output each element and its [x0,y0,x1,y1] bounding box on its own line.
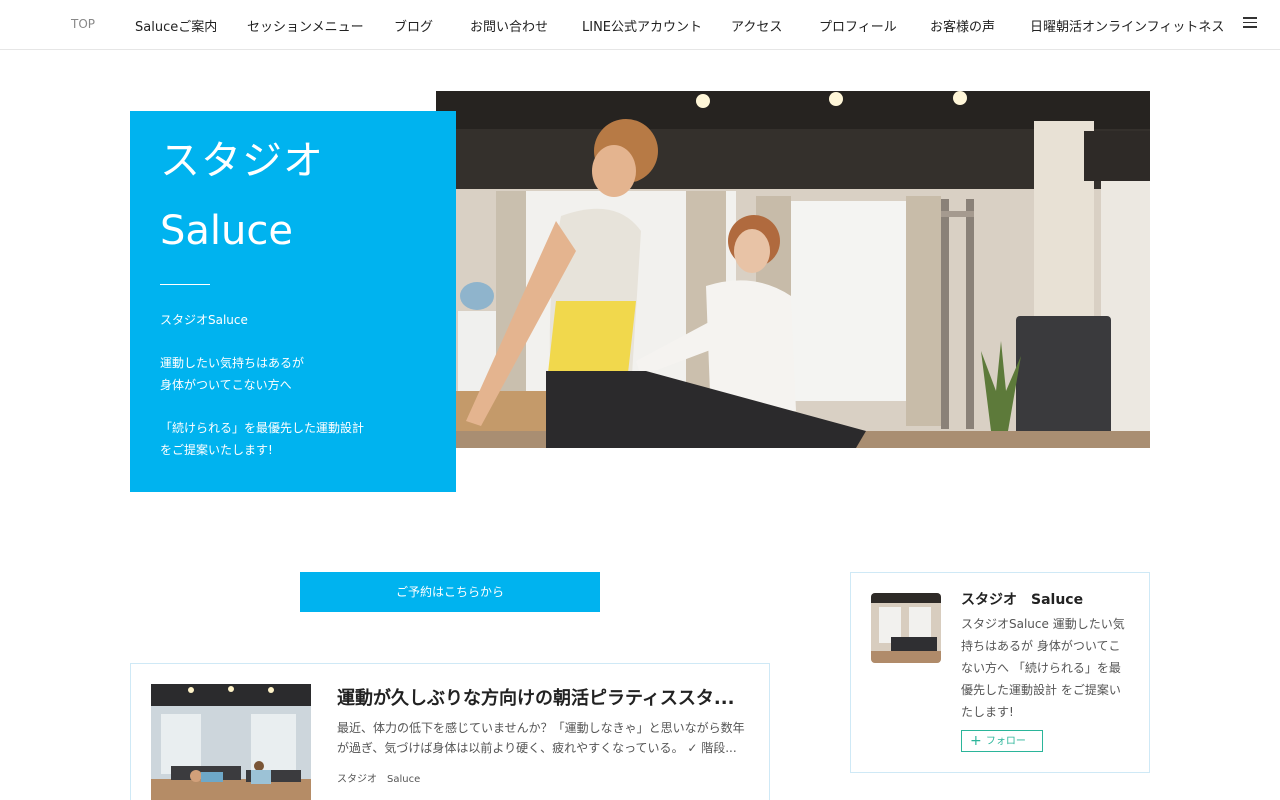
nav-item-voices[interactable]: お客様の声 [930,16,995,35]
hero-subtitle: Saluce [160,208,293,254]
hero-divider [160,284,210,285]
profile-description: スタジオSaluce 運動したい気持ちはあるが 身体がついてこない方へ 「続けら… [961,617,1125,719]
booking-button[interactable]: ご予約はこちらから [300,572,600,612]
hero-title: スタジオ [160,138,324,184]
nav-item-top[interactable]: TOP [71,17,95,31]
nav-item-online-fitness[interactable]: 日曜朝活オンラインフィットネス [1030,16,1224,35]
blog-post-card[interactable]: 運動が久しぶりな方向けの朝活ピラティススタ... 最近、体力の低下を感じていませ… [130,663,770,800]
post-author[interactable]: スタジオ Saluce [337,770,420,785]
nav-item-contact[interactable]: お問い合わせ [470,16,548,35]
hero-panel: スタジオ Saluce スタジオSaluce 運動したい気持ちはあるが 身体がつ… [130,111,456,492]
profile-card: スタジオ Saluce スタジオSaluce 運動したい気持ちはあるが 身体がつ… [850,572,1150,773]
follow-label: フォロー [985,736,1026,747]
nav-item-profile[interactable]: プロフィール [819,16,897,35]
nav-item-session-menu[interactable]: セッションメニュー [247,16,364,35]
hero-text-line: 運動したい気持ちはあるが [160,356,305,370]
nav-item-access[interactable]: アクセス [731,16,782,35]
hero-text-line: スタジオSaluce [160,313,248,327]
profile-avatar[interactable] [871,593,941,663]
follow-button[interactable]: + フォロー [961,730,1043,752]
hero-description: スタジオSaluce 運動したい気持ちはあるが 身体がついてこない方へ 「続けら… [160,309,426,461]
nav-item-line-account[interactable]: LINE公式アカウント [582,16,702,35]
nav-item-saluce-guide[interactable]: Saluceご案内 [135,16,217,35]
post-excerpt: 最近、体力の低下を感じていませんか？「運動しなきゃ」と思いながら数年が過ぎ、気づ… [337,721,745,755]
hero-text-line: 身体がついてこない方へ [160,378,292,392]
hero-text-line: 「続けられる」を最優先した運動設計 [160,421,365,435]
top-navigation: TOP Saluceご案内 セッションメニュー ブログ お問い合わせ LINE公… [0,0,1280,50]
post-title[interactable]: 運動が久しぶりな方向けの朝活ピラティススタ... [337,684,747,710]
plus-icon: + [970,733,982,749]
hero-text-line: をご提案いたします! [160,443,273,457]
hero-image [436,91,1150,448]
profile-name[interactable]: スタジオ Saluce [961,589,1083,609]
nav-item-blog[interactable]: ブログ [394,16,433,35]
post-thumbnail[interactable] [151,684,311,800]
hamburger-menu-icon[interactable] [1243,17,1257,29]
